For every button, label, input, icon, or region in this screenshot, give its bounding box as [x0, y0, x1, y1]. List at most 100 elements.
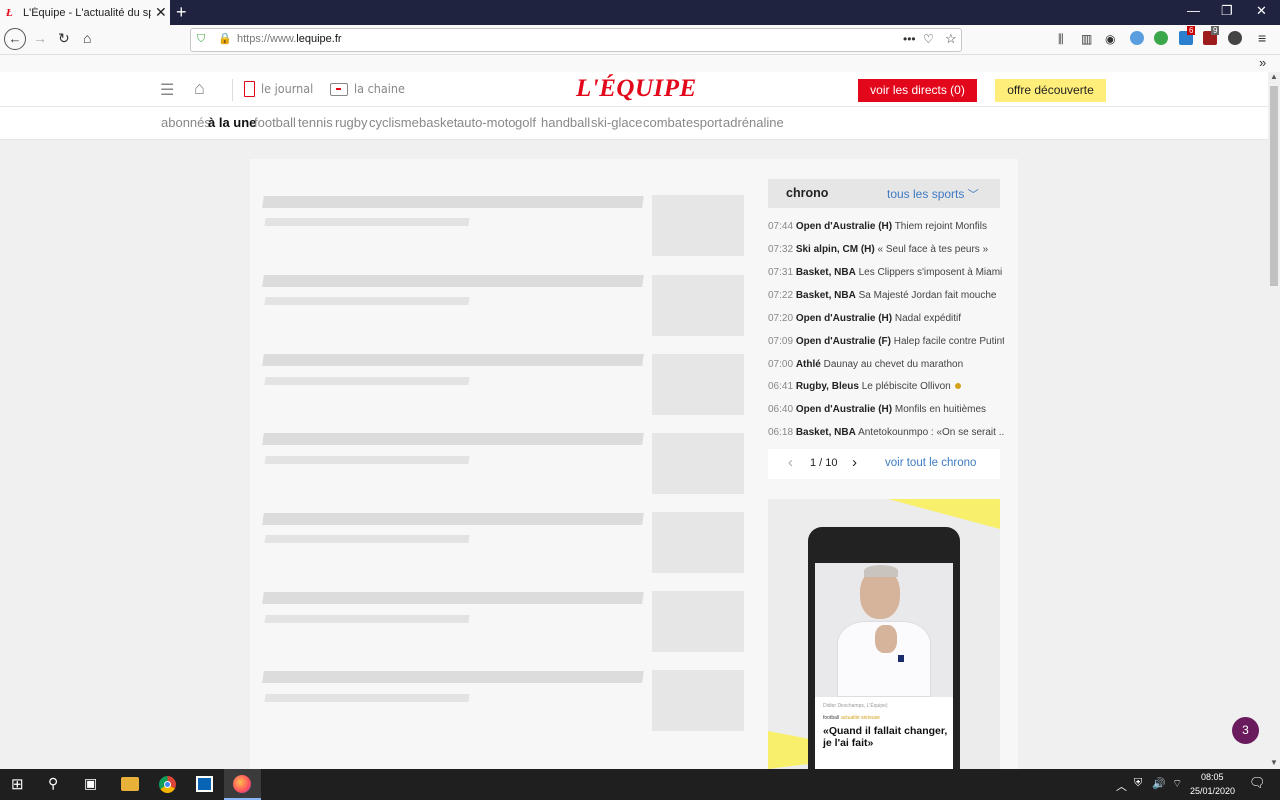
chrono-item[interactable]: 07:00 Athlé Daunay au chevet du marathon [768, 359, 1004, 381]
share-extension-icon[interactable] [1130, 31, 1144, 45]
browser-tab[interactable]: Ł L'Équipe - L'actualité du sport e ✕ [0, 0, 170, 25]
lequipe-logo[interactable]: L'ÉQUIPE [576, 75, 697, 103]
loading-image-placeholder [652, 670, 744, 731]
category-link[interactable]: ski-glace [591, 115, 642, 130]
clock-date[interactable]: 25/01/2020 [1190, 786, 1235, 796]
sidebar-icon[interactable]: ▥ [1081, 32, 1092, 46]
chrono-item[interactable]: 06:40 Open d'Australie (H) Monfils en hu… [768, 404, 1004, 426]
previous-page-icon[interactable]: ‹ [788, 454, 793, 471]
chrome-icon[interactable] [159, 776, 176, 793]
chrono-category: Open d'Australie (H) [795, 313, 893, 324]
firefox-taskbar-button[interactable] [224, 769, 261, 800]
notification-bubble[interactable]: 3 [1232, 717, 1259, 744]
network-icon[interactable]: ⛨ [1134, 777, 1142, 790]
search-icon[interactable]: ⚲ [48, 775, 58, 792]
ad-caption: Didier Deschamps, L'Équipe) [823, 703, 888, 709]
home-icon[interactable]: ⌂ [83, 30, 91, 46]
category-link[interactable]: football [254, 115, 296, 130]
voir-tout-chrono-link[interactable]: voir tout le chrono [885, 457, 976, 469]
menu-icon[interactable]: ≡ [1258, 30, 1266, 46]
offre-decouverte-button[interactable]: offre découverte [995, 79, 1106, 102]
category-link[interactable]: auto-moto [457, 115, 516, 130]
la-chaine-link[interactable]: la chaine [354, 81, 405, 96]
loading-title-placeholder [262, 354, 644, 366]
chrono-item[interactable]: 06:41 Rugby, Bleus Le plébiscite Ollivon [768, 381, 1004, 403]
extension-dark-icon[interactable] [1228, 31, 1242, 45]
close-window-icon[interactable]: ✕ [1256, 3, 1267, 19]
scroll-down-icon[interactable]: ▼ [1270, 758, 1278, 767]
extension-blue-icon[interactable]: 6 [1179, 26, 1196, 45]
category-link[interactable]: golf [515, 115, 536, 130]
category-link[interactable]: handball [541, 115, 590, 130]
reload-icon[interactable]: ↻ [58, 30, 70, 47]
scrollbar-thumb[interactable] [1270, 86, 1278, 286]
le-journal-link[interactable]: le journal [261, 81, 313, 96]
category-link[interactable]: combat [643, 115, 686, 130]
chrono-item[interactable]: 07:22 Basket, NBA Sa Majesté Jordan fait… [768, 290, 1004, 312]
file-explorer-icon[interactable] [121, 777, 139, 791]
loading-image-placeholder [652, 512, 744, 573]
tray-chevron-icon[interactable]: ︿ [1116, 778, 1127, 794]
page-actions-icon[interactable]: ••• [903, 32, 916, 46]
extension-green-icon[interactable] [1154, 31, 1168, 45]
chrono-item[interactable]: 06:18 Basket, NBA Antetokounmpo : «On se… [768, 427, 1004, 449]
journal-icon[interactable] [244, 81, 255, 97]
notifications-icon[interactable]: 🗨 [1249, 775, 1266, 791]
hamburger-menu-icon[interactable]: ☰ [160, 80, 174, 100]
windows-start-icon[interactable]: ⊞ [11, 775, 24, 793]
extension-badge: 6 [1187, 26, 1196, 35]
chrono-time: 07:09 [768, 336, 794, 347]
minimize-icon[interactable]: — [1187, 3, 1200, 18]
tv-icon[interactable] [330, 83, 348, 96]
chrono-item[interactable]: 07:32 Ski alpin, CM (H) « Seul face à te… [768, 244, 1004, 266]
category-link[interactable]: adrénaline [723, 115, 784, 130]
close-tab-icon[interactable]: ✕ [155, 4, 167, 21]
address-bar[interactable]: ⛉ 🔒 https://www.lequipe.fr ••• ♡ ☆ [190, 28, 962, 52]
scroll-up-icon[interactable]: ▲ [1270, 72, 1278, 81]
account-icon[interactable]: ◉ [1105, 32, 1115, 46]
wifi-icon[interactable]: ⌔ [1172, 777, 1182, 791]
chrono-pagination: ‹ 1 / 10 › voir tout le chrono [768, 449, 1000, 479]
loading-title-placeholder [262, 513, 644, 525]
category-link[interactable]: esport [686, 115, 722, 130]
url-text: https://www.lequipe.fr [237, 33, 342, 45]
sport-filter-dropdown[interactable]: tous les sports ﹀ [887, 186, 979, 202]
volume-icon[interactable]: 🔊 [1152, 777, 1166, 790]
advertisement[interactable]: Didier Deschamps, L'Équipe) football act… [768, 499, 1000, 769]
overflow-chevron-icon[interactable]: » [1259, 55, 1266, 70]
chrono-headline: Nadal expéditif [894, 313, 962, 324]
page-indicator: 1 / 10 [810, 457, 838, 469]
task-view-icon[interactable]: ▣ [84, 775, 97, 792]
clock-time[interactable]: 08:05 [1201, 772, 1224, 782]
category-link[interactable]: rugby [335, 115, 368, 130]
chrono-item[interactable]: 07:44 Open d'Australie (H) Thiem rejoint… [768, 221, 1004, 243]
chrono-item[interactable]: 07:31 Basket, NBA Les Clippers s'imposen… [768, 267, 1004, 289]
loading-subtitle-placeholder [264, 535, 470, 543]
restore-icon[interactable]: ❐ [1221, 3, 1233, 19]
voir-directs-button[interactable]: voir les directs (0) [858, 79, 977, 102]
category-link-active[interactable]: à la une [208, 115, 256, 130]
category-link[interactable]: abonnés [161, 115, 211, 130]
tab-title: L'Équipe - L'actualité du sport e [23, 6, 151, 19]
lock-icon[interactable]: 🔒 [218, 32, 232, 45]
tracking-protection-icon[interactable]: ⛉ [197, 33, 205, 46]
home-site-icon[interactable]: ⌂ [194, 78, 205, 99]
forward-arrow-icon[interactable]: → [33, 30, 47, 46]
back-arrow-icon[interactable]: ← [4, 28, 26, 50]
library-icon[interactable]: ⫼ [1058, 32, 1064, 47]
next-page-icon[interactable]: › [852, 454, 857, 471]
pocket-icon[interactable]: ♡ [923, 32, 934, 46]
category-link[interactable]: tennis [298, 115, 333, 130]
new-tab-button[interactable]: + [176, 2, 187, 23]
firefox-icon [233, 775, 251, 793]
chrono-headline: Sa Majesté Jordan fait mouche [858, 290, 997, 301]
chrono-item[interactable]: 07:20 Open d'Australie (H) Nadal expédit… [768, 313, 1004, 335]
ublock-icon[interactable]: 9 [1203, 26, 1220, 45]
category-link[interactable]: cyclisme [369, 115, 419, 130]
app-icon[interactable] [196, 776, 213, 792]
category-link[interactable]: basket [419, 115, 457, 130]
phone-screen: Didier Deschamps, L'Équipe) football act… [815, 563, 953, 769]
bookmark-star-icon[interactable]: ☆ [945, 31, 957, 47]
chrono-item[interactable]: 07:09 Open d'Australie (F) Halep facile … [768, 336, 1004, 358]
page-scrollbar[interactable]: ▲ ▼ [1268, 72, 1280, 769]
